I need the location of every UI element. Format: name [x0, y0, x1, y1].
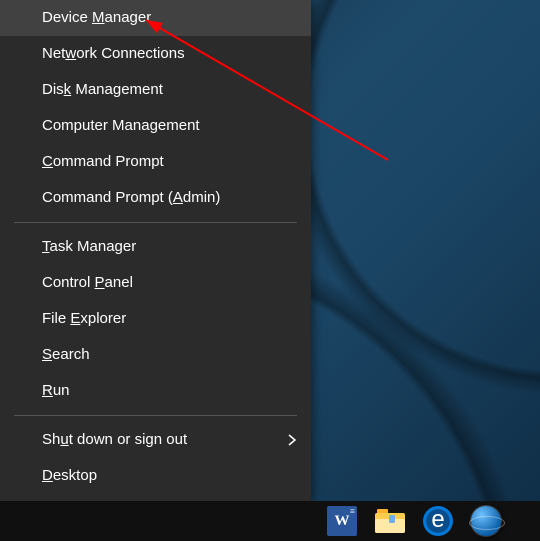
menu-item-shut-down-or-sign-out[interactable]: Shut down or sign out: [0, 422, 311, 458]
menu-item-file-explorer[interactable]: File Explorer: [0, 301, 311, 337]
menu-item-computer-management[interactable]: Computer Management: [0, 108, 311, 144]
menu-separator: [14, 222, 297, 223]
menu-item-task-manager[interactable]: Task Manager: [0, 229, 311, 265]
menu-item-device-manager[interactable]: Device Manager: [0, 0, 311, 36]
menu-item-run[interactable]: Run: [0, 373, 311, 409]
menu-item-control-panel[interactable]: Control Panel: [0, 265, 311, 301]
taskbar-word-icon[interactable]: W: [318, 501, 366, 541]
taskbar: W: [0, 501, 540, 541]
menu-item-search[interactable]: Search: [0, 337, 311, 373]
desktop: Device ManagerNetwork ConnectionsDisk Ma…: [0, 0, 540, 541]
chevron-right-icon: [287, 422, 297, 458]
menu-item-command-prompt-admin[interactable]: Command Prompt (Admin): [0, 180, 311, 216]
menu-separator: [14, 415, 297, 416]
menu-item-command-prompt[interactable]: Command Prompt: [0, 144, 311, 180]
menu-item-network-connections[interactable]: Network Connections: [0, 36, 311, 72]
taskbar-explorer-icon[interactable]: [366, 501, 414, 541]
taskbar-globe-icon[interactable]: [462, 501, 510, 541]
taskbar-spacer: [0, 501, 318, 541]
menu-item-disk-management[interactable]: Disk Management: [0, 72, 311, 108]
menu-item-desktop[interactable]: Desktop: [0, 458, 311, 494]
taskbar-edge-icon[interactable]: [414, 501, 462, 541]
power-user-menu: Device ManagerNetwork ConnectionsDisk Ma…: [0, 0, 311, 502]
